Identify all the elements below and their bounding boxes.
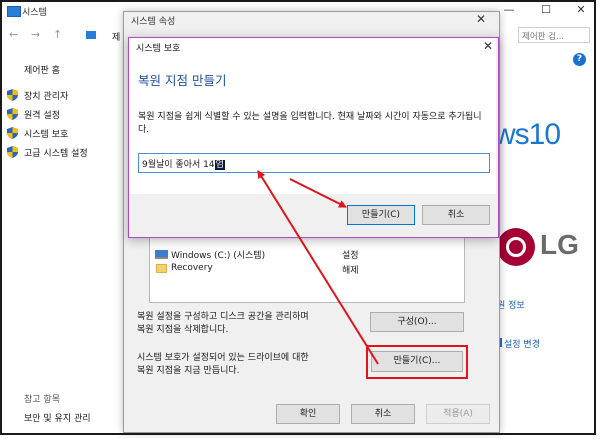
screenshot-frame bbox=[0, 0, 596, 435]
